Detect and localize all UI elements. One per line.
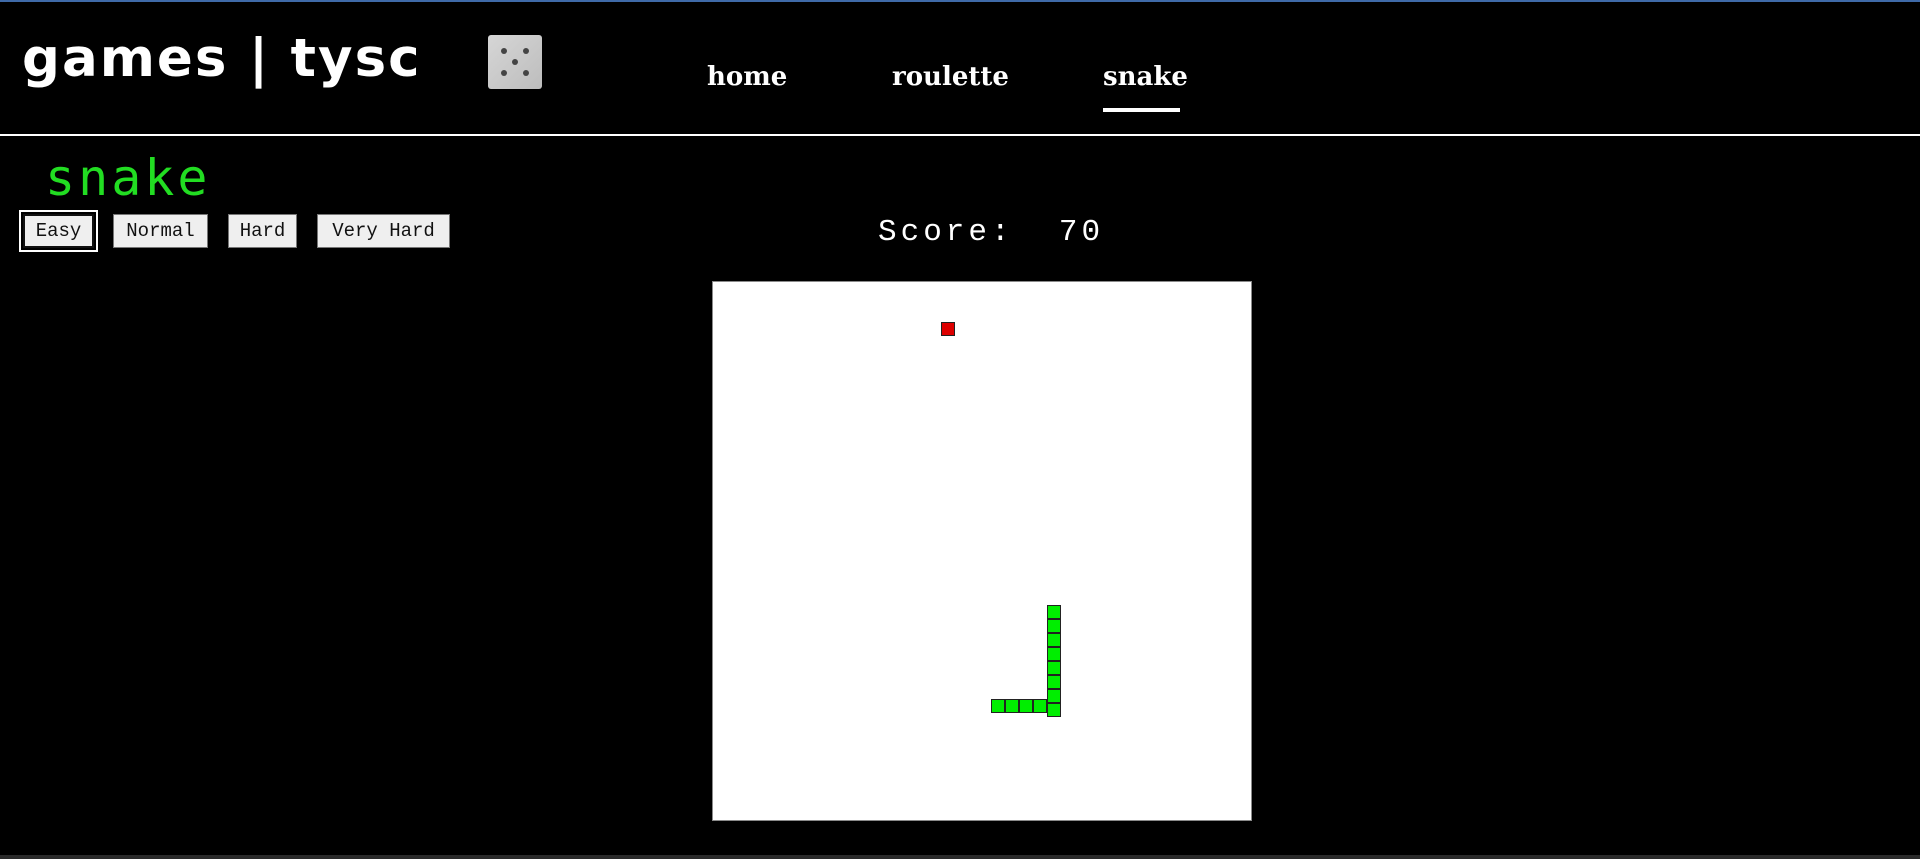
- score-label: Score:: [878, 215, 1014, 250]
- snake-segment: [1005, 699, 1019, 713]
- snake-segment: [1047, 647, 1061, 661]
- bottom-edge: [0, 855, 1920, 859]
- difficulty-normal-button[interactable]: Normal: [113, 214, 208, 248]
- dice-five-icon[interactable]: [488, 35, 542, 89]
- food-cell: [941, 322, 956, 337]
- site-brand[interactable]: games | tysc: [22, 26, 422, 92]
- active-nav-indicator: [1103, 108, 1180, 112]
- snake-segment: [1033, 699, 1047, 713]
- snake-segment: [1019, 699, 1033, 713]
- score-value: 70: [1058, 215, 1105, 250]
- snake-segment: [1047, 675, 1061, 689]
- site-header: games | tysc home roulette snake: [0, 2, 1920, 136]
- nav-home[interactable]: home: [707, 60, 787, 94]
- difficulty-very-hard-button[interactable]: Very Hard: [317, 214, 450, 248]
- snake-segment: [1047, 661, 1061, 675]
- snake-segment: [1047, 633, 1061, 647]
- snake-segment: [1047, 619, 1061, 633]
- game-board[interactable]: [712, 281, 1252, 821]
- difficulty-easy-button[interactable]: Easy: [19, 210, 98, 252]
- snake-segment: [1047, 689, 1061, 703]
- difficulty-hard-button[interactable]: Hard: [228, 214, 297, 248]
- page-title: snake: [45, 149, 211, 207]
- nav-snake[interactable]: snake: [1103, 60, 1188, 94]
- snake-segment: [991, 699, 1005, 713]
- snake-segment: [1047, 605, 1061, 619]
- snake-segment: [1047, 703, 1061, 717]
- nav-roulette[interactable]: roulette: [892, 60, 1009, 94]
- score-display: Score: 70: [878, 213, 1104, 253]
